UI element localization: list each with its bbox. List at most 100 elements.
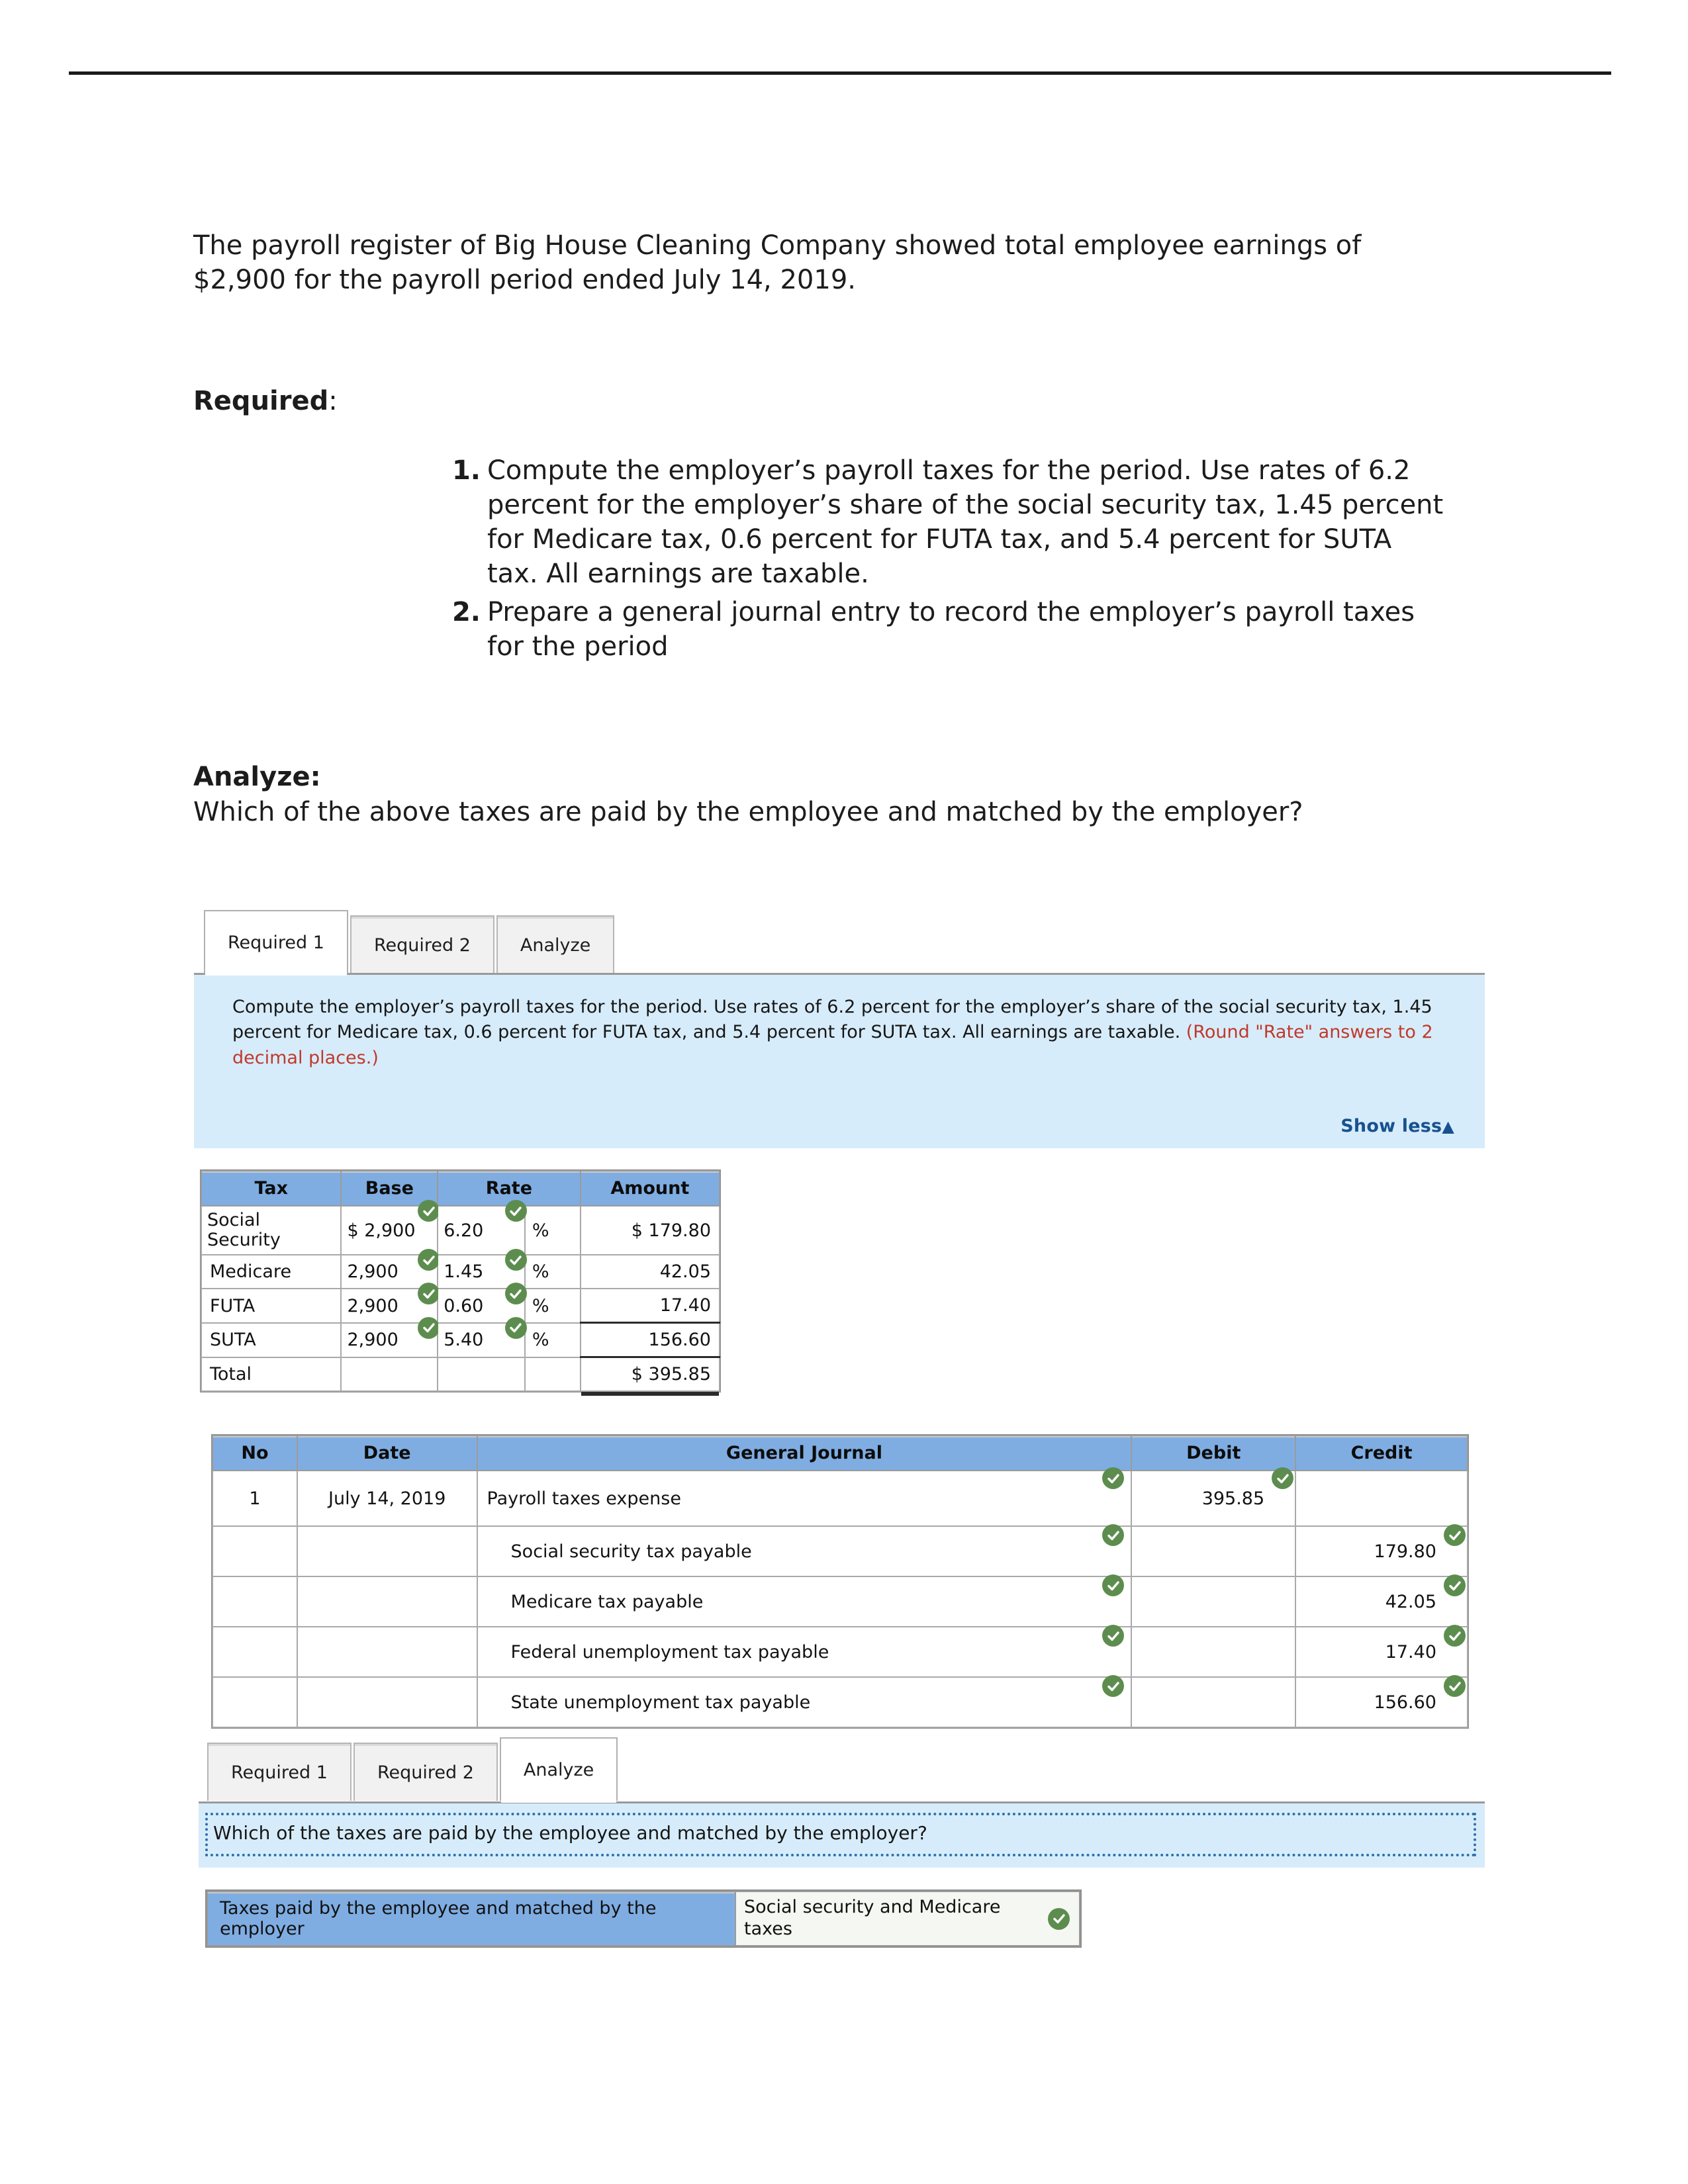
analyze-heading-label: Analyze: xyxy=(193,762,321,792)
amount-cell: 17.40 xyxy=(579,1288,721,1324)
journal-debit-cell xyxy=(1131,1525,1297,1577)
required-colon: : xyxy=(328,386,338,416)
analyze-panel: Which of the taxes are paid by the emplo… xyxy=(199,1801,1485,1868)
journal-date-cell xyxy=(296,1576,478,1627)
total-percent-cell xyxy=(524,1356,581,1392)
document-page: The payroll register of Big House Cleani… xyxy=(0,0,1688,2184)
table-row: State unemployment tax payable 156.60 xyxy=(212,1675,1468,1728)
tax-name-cell: SUTA xyxy=(200,1322,342,1358)
journal-debit-cell xyxy=(1131,1626,1297,1678)
analyze-question-label: Which of the taxes are paid by the emplo… xyxy=(213,1822,927,1844)
col-header-tax: Tax xyxy=(200,1170,342,1206)
journal-account-cell[interactable]: Payroll taxes expense xyxy=(476,1467,1133,1527)
journal-account-text: Medicare tax payable xyxy=(510,1591,704,1612)
journal-no-cell xyxy=(212,1626,298,1678)
total-amount-cell: $ 395.85 xyxy=(579,1356,721,1397)
base-input-cell[interactable]: 2,900 xyxy=(340,1316,440,1358)
journal-credit-cell[interactable]: 42.05 xyxy=(1295,1574,1468,1627)
tab-label: Required 2 xyxy=(377,1762,474,1783)
required-heading: Required: xyxy=(193,384,338,418)
tab-label: Analyze xyxy=(523,1759,594,1780)
correct-check-icon xyxy=(418,1316,440,1339)
base-value: 2,900 xyxy=(347,1330,399,1351)
tab-label: Analyze xyxy=(520,934,591,956)
amount-cell: $ 179.80 xyxy=(579,1205,721,1256)
percent-symbol-cell: % xyxy=(524,1254,581,1290)
journal-date-cell xyxy=(296,1626,478,1678)
rate-input-cell[interactable]: 6.20 xyxy=(437,1200,527,1256)
rate-input-cell[interactable]: 5.40 xyxy=(437,1316,527,1358)
analyze-question-text: Which of the above taxes are paid by the… xyxy=(193,796,1303,827)
journal-credit-cell[interactable]: 156.60 xyxy=(1295,1675,1468,1728)
rate-value: 5.40 xyxy=(444,1330,484,1351)
journal-debit-value: 395.85 xyxy=(1201,1488,1265,1509)
list-item-text: Compute the employer’s payroll taxes for… xyxy=(487,455,1444,589)
correct-check-icon xyxy=(504,1200,527,1222)
correct-check-icon xyxy=(418,1200,440,1222)
col-header-general-journal: General Journal xyxy=(476,1435,1133,1471)
rate-value: 6.20 xyxy=(444,1220,484,1241)
base-input-cell[interactable]: $ 2,900 xyxy=(340,1200,440,1256)
percent-symbol-cell: % xyxy=(524,1322,581,1358)
table-row: Medicare tax payable 42.05 xyxy=(212,1574,1468,1627)
tab-required-2[interactable]: Required 2 xyxy=(350,915,494,974)
journal-account-cell[interactable]: Social security tax payable xyxy=(476,1524,1133,1577)
amount-cell: 42.05 xyxy=(579,1254,721,1290)
bottom-tab-strip: Required 1 Required 2 Analyze xyxy=(207,1737,620,1803)
journal-account-text: Social security tax payable xyxy=(510,1541,752,1562)
table-row: Social security tax payable 179.80 xyxy=(212,1524,1468,1577)
show-less-label: Show less xyxy=(1340,1116,1442,1136)
correct-check-icon xyxy=(1444,1675,1466,1697)
tab-required-1[interactable]: Required 1 xyxy=(204,910,348,976)
analyze-answer-select[interactable]: Social security and Medicare taxes xyxy=(736,1891,1080,1946)
analyze-answer-label: Taxes paid by the employee and matched b… xyxy=(207,1891,736,1946)
top-tab-strip: Required 1 Required 2 Analyze xyxy=(204,910,616,976)
tab-required-1[interactable]: Required 1 xyxy=(207,1743,352,1801)
journal-credit-value: 42.05 xyxy=(1385,1591,1436,1612)
caret-up-icon: ▲ xyxy=(1442,1117,1454,1136)
show-less-link[interactable]: Show less▲ xyxy=(1340,1116,1454,1136)
journal-credit-cell[interactable]: 17.40 xyxy=(1295,1625,1468,1678)
page-top-rule xyxy=(69,71,1611,75)
tab-required-2[interactable]: Required 2 xyxy=(353,1743,498,1801)
journal-no-cell xyxy=(212,1525,298,1577)
journal-account-text: State unemployment tax payable xyxy=(510,1692,811,1713)
correct-check-icon xyxy=(1444,1524,1466,1546)
list-item-number: 1. xyxy=(451,455,481,486)
journal-account-cell[interactable]: Federal unemployment tax payable xyxy=(476,1625,1133,1678)
analyze-section-heading: Analyze: Which of the above taxes are pa… xyxy=(193,760,1385,830)
journal-credit-value: 156.60 xyxy=(1374,1692,1436,1713)
journal-account-cell[interactable]: State unemployment tax payable xyxy=(476,1675,1133,1728)
intro-paragraph: The payroll register of Big House Cleani… xyxy=(193,230,1362,295)
correct-check-icon xyxy=(1102,1467,1125,1489)
correct-check-icon xyxy=(1102,1574,1125,1596)
col-header-rate: Rate xyxy=(437,1170,581,1206)
journal-credit-cell[interactable]: 179.80 xyxy=(1295,1524,1468,1577)
list-item-number: 2. xyxy=(451,597,481,627)
required-label: Required xyxy=(193,386,329,416)
analyze-answer-value: Social security and Medicare taxes xyxy=(744,1897,1001,1939)
col-header-debit: Debit xyxy=(1131,1435,1297,1471)
table-header-row: No Date General Journal Debit Credit xyxy=(212,1435,1468,1471)
correct-check-icon xyxy=(1272,1467,1294,1489)
journal-credit-value: 17.40 xyxy=(1385,1641,1436,1662)
tab-analyze[interactable]: Analyze xyxy=(496,915,615,974)
correct-check-icon xyxy=(1444,1574,1466,1596)
tab-analyze[interactable]: Analyze xyxy=(499,1737,618,1803)
col-header-credit: Credit xyxy=(1295,1435,1468,1471)
correct-check-icon xyxy=(1102,1625,1125,1647)
journal-account-text: Federal unemployment tax payable xyxy=(510,1641,829,1662)
correct-check-icon xyxy=(504,1283,527,1305)
instruction-panel: Compute the employer’s payroll taxes for… xyxy=(194,973,1485,1148)
journal-account-cell[interactable]: Medicare tax payable xyxy=(476,1574,1133,1627)
tab-label: Required 1 xyxy=(231,1762,328,1783)
rate-value: 1.45 xyxy=(444,1261,484,1283)
correct-check-icon xyxy=(1048,1907,1070,1930)
correct-check-icon xyxy=(504,1316,527,1339)
journal-debit-cell[interactable]: 395.85 xyxy=(1131,1467,1297,1527)
journal-no-cell xyxy=(212,1576,298,1627)
col-header-amount: Amount xyxy=(579,1170,721,1206)
journal-debit-cell xyxy=(1131,1576,1297,1627)
tax-computation-table: Tax Base Rate Amount Social Security $ 2… xyxy=(200,1170,721,1397)
correct-check-icon xyxy=(504,1249,527,1271)
